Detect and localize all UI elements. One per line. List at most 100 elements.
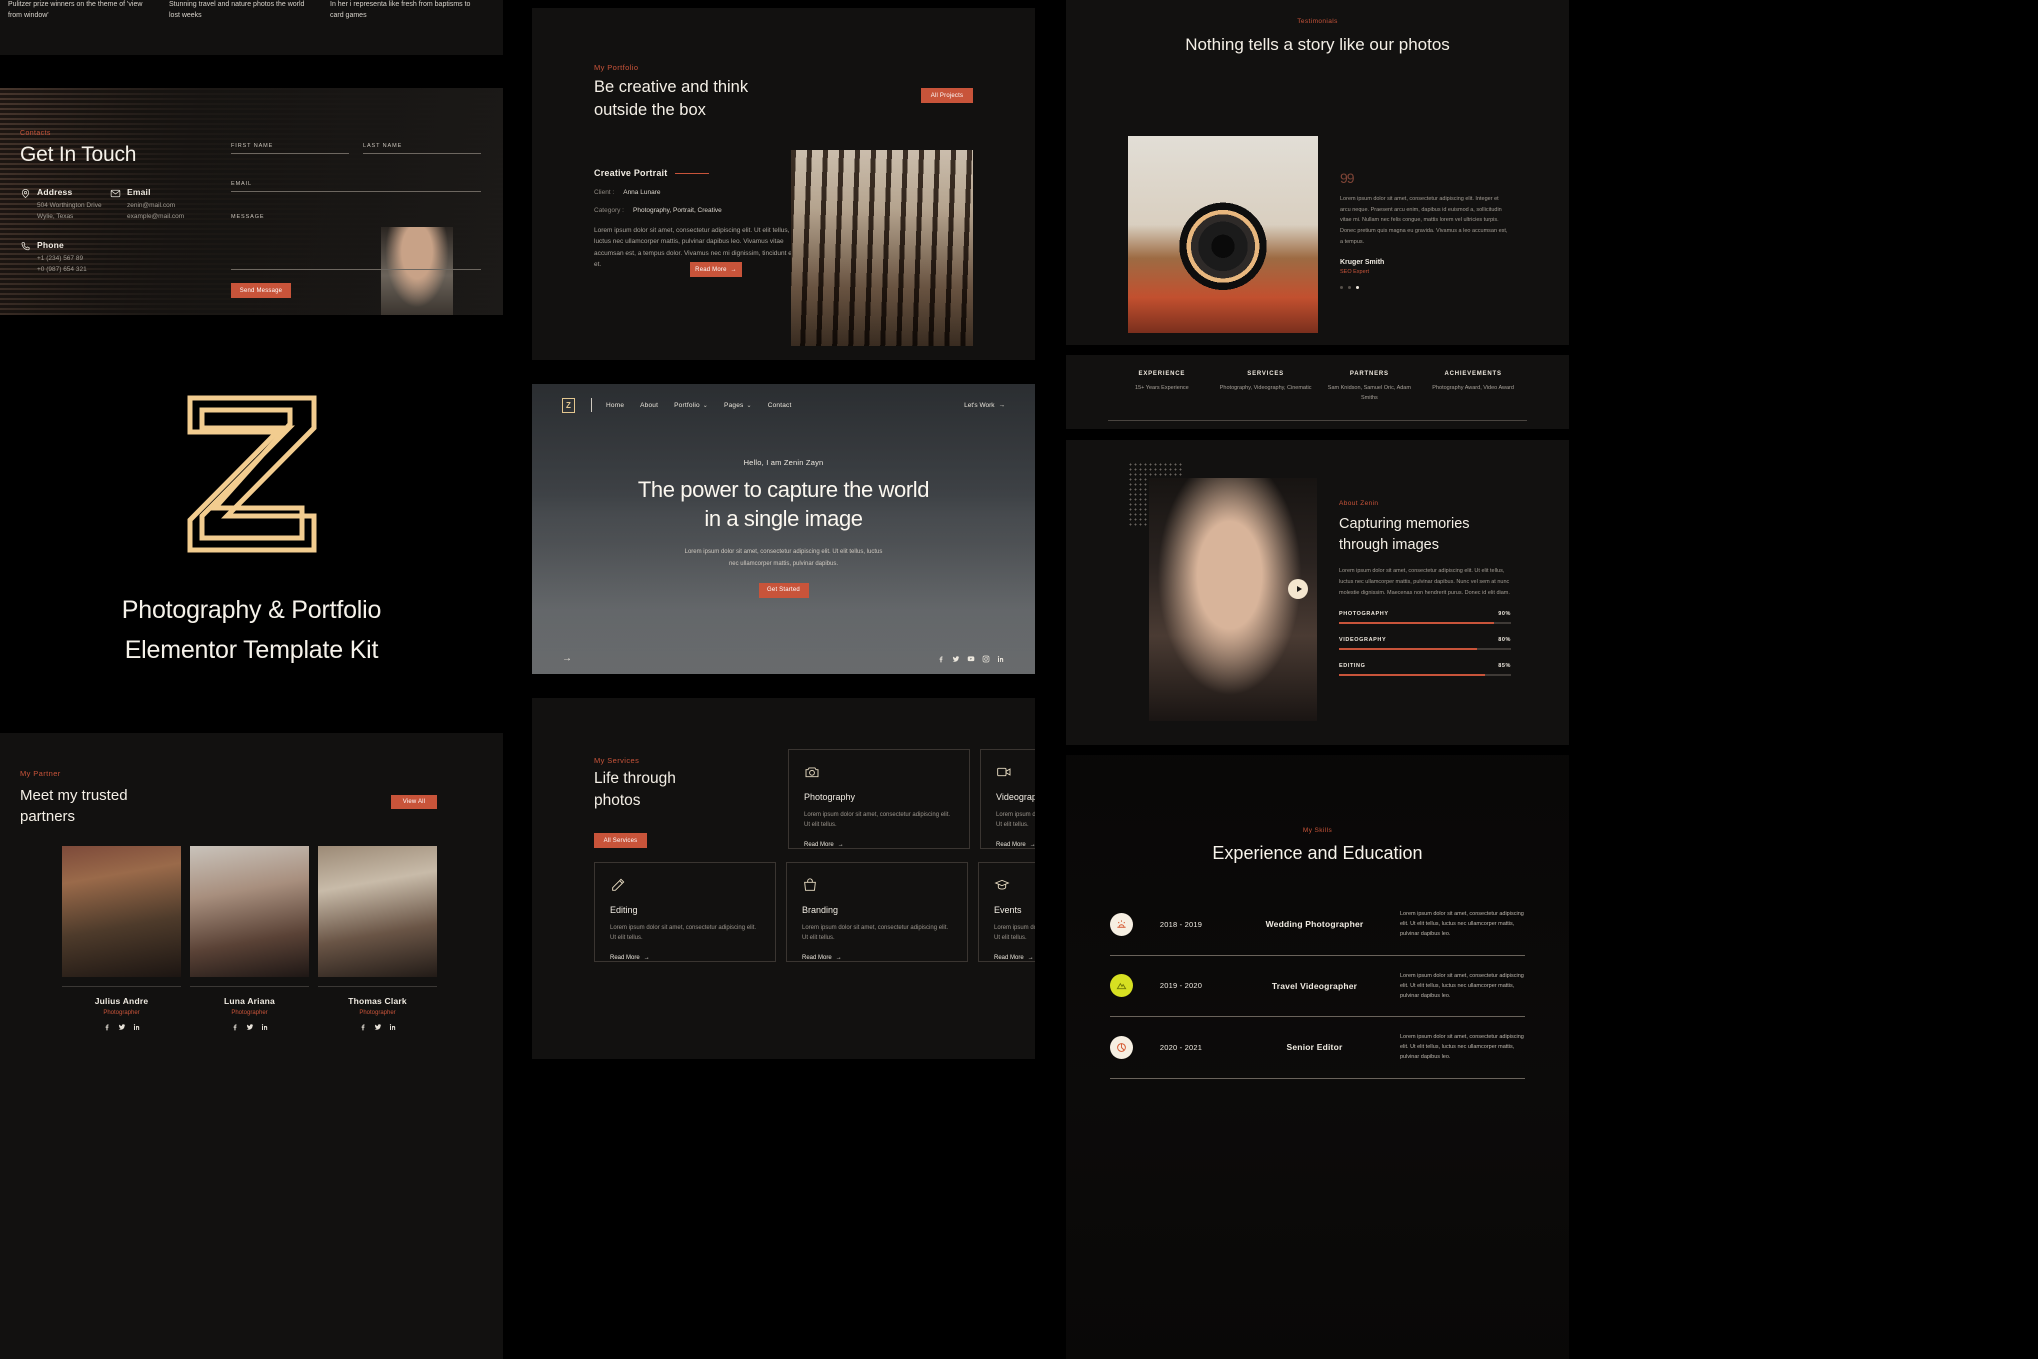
project-category-value: Photography, Portrait, Creative — [633, 207, 722, 214]
about-description: Lorem ipsum dolor sit amet, consectetur … — [1339, 568, 1510, 596]
timeline-description: Lorem ipsum dolor sit amet, consectetur … — [1400, 911, 1524, 938]
twitter-icon[interactable] — [374, 1023, 382, 1031]
nav-item-about[interactable]: About — [640, 402, 658, 409]
experience-heading: Experience and Education — [1212, 843, 1423, 863]
testimonials-eyebrow: Testimonials — [1297, 18, 1338, 25]
hero-title: The power to capture the world in a sing… — [532, 476, 1035, 533]
get-started-button[interactable]: Get Started — [758, 582, 809, 598]
all-services-button[interactable]: All Services — [594, 833, 647, 848]
play-button[interactable] — [1288, 579, 1308, 599]
arrow-right-icon[interactable]: → — [562, 653, 572, 664]
skill-label: VIDEOGRAPHY — [1339, 637, 1387, 644]
partner-socials — [62, 1023, 181, 1031]
brand-title: Photography & Portfolio Elementor Templa… — [0, 590, 503, 670]
read-more-link[interactable]: Read More → — [994, 955, 1034, 961]
contact-content: Contacts Get In Touch Address 504 Worthin… — [0, 88, 503, 298]
testimonials-heading-line1: Nothing tells a story like our — [1185, 35, 1395, 54]
partners-header: My Partner Meet my trusted partners — [0, 733, 503, 828]
timeline-row: 2018 - 2019 Wedding Photographer Lorem i… — [1110, 894, 1525, 956]
arrow-right-icon: → — [1029, 842, 1035, 849]
facebook-icon[interactable] — [937, 655, 945, 663]
twitter-icon[interactable] — [246, 1023, 254, 1031]
view-all-button[interactable]: View All — [391, 795, 437, 809]
skill-value: 80% — [1498, 637, 1511, 644]
linkedin-icon[interactable] — [261, 1023, 269, 1031]
service-card-branding[interactable]: Branding Lorem ipsum dolor sit amet, con… — [786, 862, 968, 962]
stats-divider — [1108, 420, 1527, 421]
read-more-link[interactable]: Read More → — [610, 955, 650, 961]
map-pin-icon — [20, 188, 31, 199]
read-more-label: Read More — [695, 266, 727, 273]
message-label: MESSAGE — [231, 214, 265, 220]
skill-videography: VIDEOGRAPHY 80% — [1339, 637, 1511, 651]
partner-photo — [62, 846, 181, 977]
nav-logo[interactable]: Z — [562, 397, 575, 413]
hero-hello: Hello, I am Zenin Zayn — [743, 458, 824, 467]
skill-track — [1339, 622, 1511, 625]
facebook-icon[interactable] — [103, 1023, 111, 1031]
linkedin-icon[interactable] — [997, 655, 1005, 663]
carousel-dot[interactable] — [1348, 285, 1351, 289]
stats-row: EXPERIENCE 15+ Years Experience SERVICES… — [1066, 355, 1569, 403]
partner-name: Thomas Clark — [348, 996, 407, 1006]
youtube-icon[interactable] — [967, 655, 975, 663]
service-title: Photography — [804, 792, 856, 802]
skill-header: VIDEOGRAPHY 80% — [1339, 637, 1511, 643]
read-more-link[interactable]: Read More → — [804, 842, 844, 848]
aperture-icon — [1110, 1035, 1133, 1059]
linkedin-icon[interactable] — [389, 1023, 397, 1031]
testimonials-heading: Nothing tells a story like our photos — [1066, 33, 1569, 57]
service-card-events[interactable]: Events Lorem ipsum dolor sit amet, conse… — [978, 862, 1035, 962]
carousel-dot[interactable] — [1340, 285, 1343, 289]
last-name-label: LAST NAME — [363, 143, 403, 149]
services-heading: Life through photos — [594, 768, 676, 812]
site-navigation: Z Home About Portfolio ⌄ Pages ⌄ Contact L… — [532, 384, 1035, 426]
facebook-icon[interactable] — [359, 1023, 367, 1031]
stat-value: Sam Knidson, Samuel Oric, Adam Smiths — [1327, 385, 1411, 401]
read-more-link[interactable]: Read More → — [996, 842, 1035, 848]
service-card-videography[interactable]: Videography Lorem ipsum dolor sit amet, … — [980, 749, 1035, 849]
stat-label: EXPERIENCE — [1138, 371, 1186, 377]
nav-item-contact[interactable]: Contact — [768, 402, 792, 409]
partner-card[interactable]: Julius Andre Photographer — [62, 846, 181, 1031]
read-more-label: Read More — [804, 842, 834, 849]
experience-eyebrow: My Skills — [1302, 827, 1333, 834]
service-card-photography[interactable]: Photography Lorem ipsum dolor sit amet, … — [788, 749, 970, 849]
read-more-button[interactable]: Read More → — [690, 262, 742, 277]
service-card-row-1: Photography Lorem ipsum dolor sit amet, … — [788, 749, 1035, 849]
services-heading-line2: photos — [594, 792, 641, 809]
panel-brand: Photography & Portfolio Elementor Templa… — [0, 330, 503, 725]
first-name-field[interactable]: FIRST NAME — [231, 134, 349, 154]
send-message-button[interactable]: Send Message — [231, 283, 291, 298]
nav-item-portfolio[interactable]: Portfolio ⌄ — [674, 402, 708, 409]
carousel-dot-active[interactable] — [1356, 285, 1359, 289]
lets-work-button[interactable]: Let's Work → — [964, 402, 1005, 409]
linkedin-icon[interactable] — [133, 1023, 141, 1031]
read-more-link[interactable]: Read More → — [802, 955, 842, 961]
service-card-editing[interactable]: Editing Lorem ipsum dolor sit amet, cons… — [594, 862, 776, 962]
message-field[interactable]: MESSAGE — [231, 210, 481, 270]
nav-item-home[interactable]: Home — [606, 402, 624, 409]
twitter-icon[interactable] — [118, 1023, 126, 1031]
twitter-icon[interactable] — [952, 655, 960, 663]
partner-card[interactable]: Luna Ariana Photographer — [190, 846, 309, 1031]
service-description: Lorem ipsum dolor sit amet, consectetur … — [610, 925, 757, 942]
stat-value: Photography Award, Video Award — [1432, 385, 1514, 391]
testimonial-quote: Lorem ipsum dolor sit amet, consectetur … — [1340, 196, 1508, 245]
all-projects-button[interactable]: All Projects — [921, 88, 973, 103]
nav-divider — [591, 398, 592, 412]
partner-card[interactable]: Thomas Clark Photographer — [318, 846, 437, 1031]
panel-portfolio: My Portfolio Be creative and think outsi… — [532, 8, 1035, 360]
last-name-field[interactable]: LAST NAME — [363, 134, 481, 154]
hero-title-line2: in a single image — [704, 505, 863, 531]
facebook-icon[interactable] — [231, 1023, 239, 1031]
nav-item-pages[interactable]: Pages ⌄ — [724, 402, 752, 409]
graduation-icon — [994, 877, 1035, 893]
service-title: Branding — [802, 905, 839, 915]
contact-block-address: Address 504 Worthington Drive Wylie, Texa… — [20, 187, 110, 222]
instagram-icon[interactable] — [982, 655, 990, 663]
service-description: Lorem ipsum dolor sit amet, consectetur … — [994, 925, 1035, 942]
email-field[interactable]: EMAIL — [231, 172, 481, 192]
contact-form: FIRST NAME LAST NAME EMAIL MESSAGE Send … — [231, 134, 481, 298]
project-category: Category : Photography, Portrait, Creati… — [594, 207, 804, 214]
